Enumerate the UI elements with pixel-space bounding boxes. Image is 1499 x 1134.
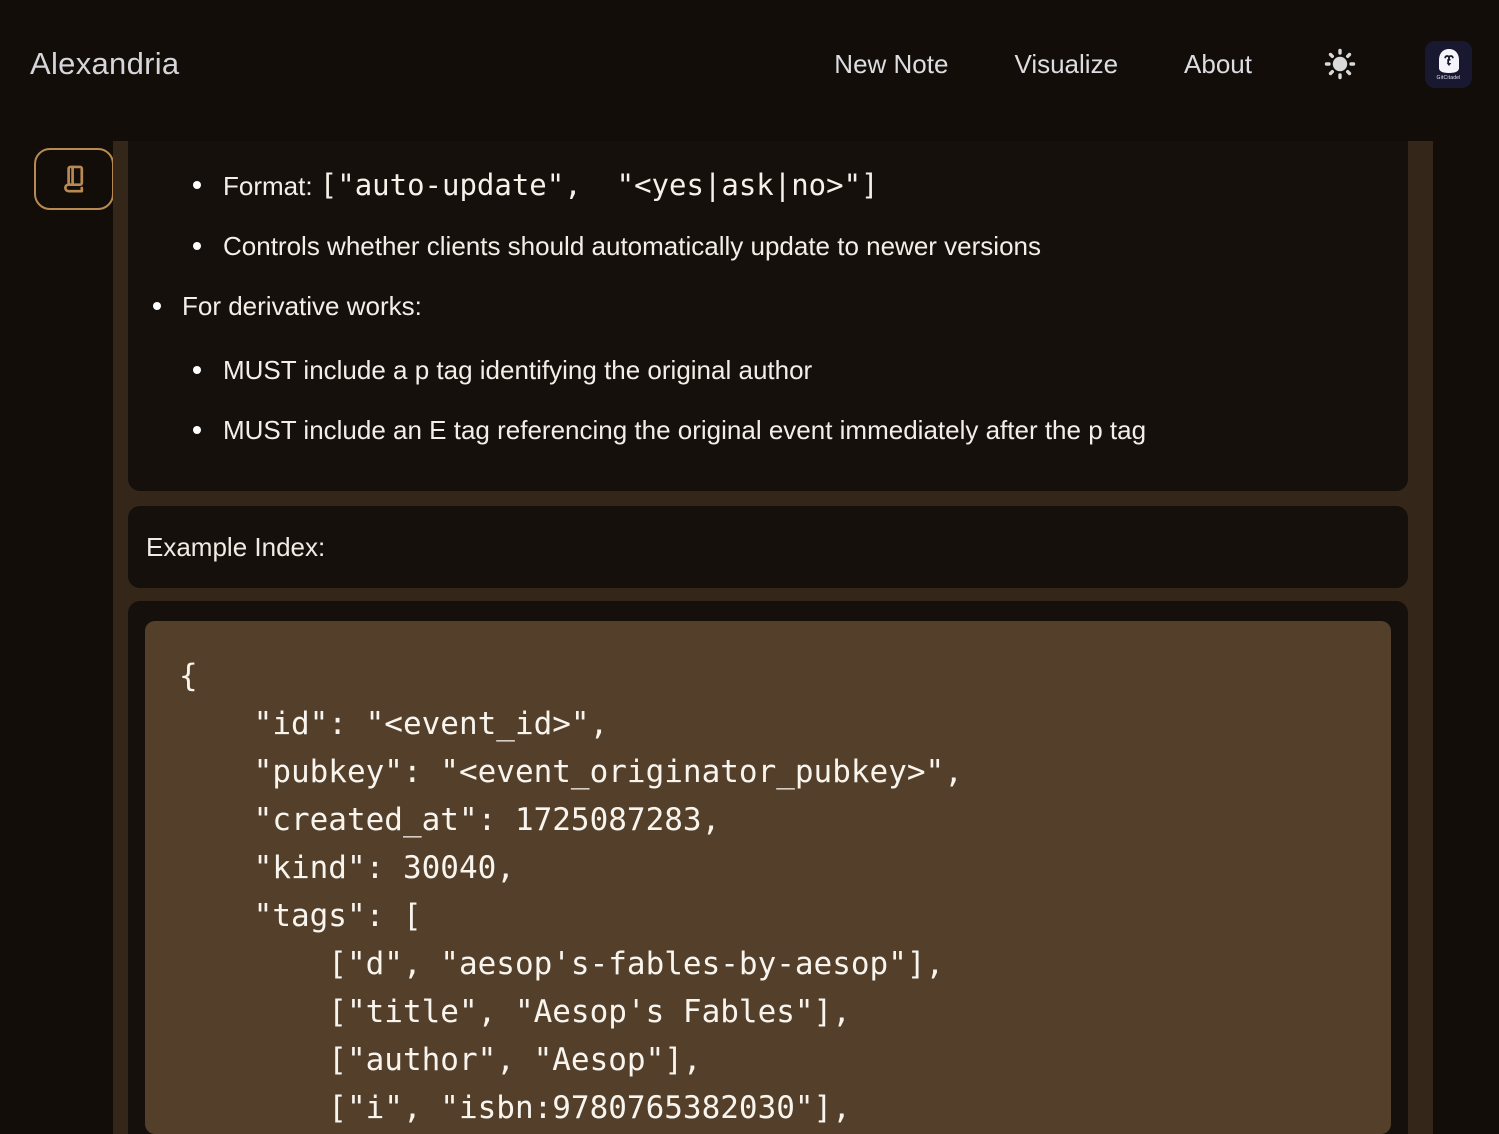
bullet-item: For derivative works: bbox=[128, 289, 1408, 323]
code-line: ["author", "Aesop"], bbox=[179, 1036, 1391, 1084]
bullet-dot bbox=[193, 426, 201, 434]
code-line: ["i", "isbn:9780765382030"], bbox=[179, 1084, 1391, 1132]
bullet-text: MUST include a p tag identifying the ori… bbox=[223, 355, 812, 385]
code-line: ["title", "Aesop's Fables"], bbox=[179, 988, 1391, 1036]
code-line: "tags": [ bbox=[179, 892, 1391, 940]
bullet-text: Controls whether clients should automati… bbox=[223, 231, 1041, 261]
bullet-text: MUST include an E tag referencing the or… bbox=[223, 415, 1146, 445]
bullet-dot bbox=[193, 366, 201, 374]
sun-icon bbox=[1323, 47, 1357, 81]
code-line: "created_at": 1725087283, bbox=[179, 796, 1391, 844]
main-nav: New Note Visualize About bbox=[834, 49, 1252, 80]
code-card: { "id": "<event_id>", "pubkey": "<event_… bbox=[128, 601, 1408, 1134]
inline-code: ["auto-update", "<yes|ask|no>"] bbox=[320, 168, 879, 202]
gitcitadel-logo-icon bbox=[1437, 48, 1461, 74]
bullet-item: MUST include a p tag identifying the ori… bbox=[128, 353, 1408, 387]
example-index-card: Example Index: bbox=[128, 506, 1408, 588]
example-index-label: Example Index: bbox=[146, 532, 325, 563]
code-line: "id": "<event_id>", bbox=[179, 700, 1391, 748]
avatar-caption: GitCitadel bbox=[1437, 75, 1461, 81]
code-line: ["d", "aesop's-fables-by-aesop"], bbox=[179, 940, 1391, 988]
code-line: "kind": 30040, bbox=[179, 844, 1391, 892]
bullet-text: For derivative works: bbox=[182, 291, 422, 321]
book-icon bbox=[57, 162, 91, 196]
theme-toggle-button[interactable] bbox=[1323, 47, 1357, 81]
bullet-dot bbox=[153, 302, 161, 310]
bullet-item: MUST include an E tag referencing the or… bbox=[128, 413, 1408, 447]
profile-avatar[interactable]: GitCitadel bbox=[1425, 41, 1472, 88]
bullet-dot bbox=[193, 181, 201, 189]
nav-link-new-note[interactable]: New Note bbox=[834, 49, 948, 80]
bullet-item: Controls whether clients should automati… bbox=[128, 229, 1408, 263]
app-title: Alexandria bbox=[30, 46, 179, 82]
bullet-item: Format: ["auto-update", "<yes|ask|no>"] bbox=[128, 168, 1408, 203]
nav-link-visualize[interactable]: Visualize bbox=[1014, 49, 1118, 80]
nav-link-about[interactable]: About bbox=[1184, 49, 1252, 80]
top-nav-bar: Alexandria New Note Visualize About bbox=[0, 0, 1499, 128]
spec-bullets-card: Format: ["auto-update", "<yes|ask|no>"] C… bbox=[128, 141, 1408, 491]
code-line: { bbox=[179, 652, 1391, 700]
bullet-dot bbox=[193, 242, 201, 250]
code-line: "pubkey": "<event_originator_pubkey>", bbox=[179, 748, 1391, 796]
content-panel: Format: ["auto-update", "<yes|ask|no>"] C… bbox=[113, 141, 1433, 1134]
bullet-text: Format: bbox=[223, 171, 320, 201]
json-code-block: { "id": "<event_id>", "pubkey": "<event_… bbox=[145, 621, 1391, 1134]
sidebar-book-toggle-button[interactable] bbox=[34, 148, 114, 210]
